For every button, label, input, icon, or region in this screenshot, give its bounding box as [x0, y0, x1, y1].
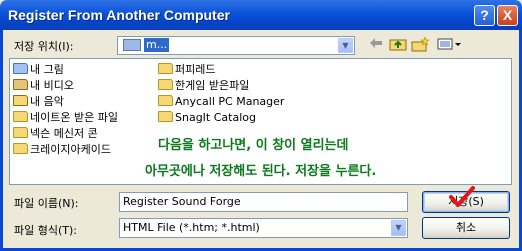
list-item[interactable]: 한게임 받은파일	[158, 78, 249, 94]
list-item[interactable]: Anycall PC Manager	[158, 94, 284, 110]
save-in-value: m...	[144, 38, 170, 52]
filetype-dropdown[interactable]: HTML File (*.htm; *.html) ▼	[119, 218, 408, 238]
cancel-button[interactable]: 취소	[422, 217, 510, 239]
checkmark-icon	[449, 186, 475, 207]
folder-icon	[158, 79, 173, 90]
list-item[interactable]: 내 음악	[13, 94, 64, 110]
list-item[interactable]: 내 그림	[13, 62, 64, 78]
filetype-value: HTML File (*.htm; *.html)	[123, 221, 260, 234]
back-arrow-icon[interactable]	[368, 37, 384, 53]
list-item-label: 내 그림	[30, 63, 64, 76]
drive-icon	[123, 39, 141, 51]
annotation-line-1: 다음을 하고나면, 이 창이 열리는데	[158, 138, 349, 153]
list-item-label: Anycall PC Manager	[175, 95, 285, 108]
title-bar: Register From Another Computer ? X	[0, 0, 522, 30]
filename-label: 파일 이름(N):	[14, 197, 79, 210]
help-button[interactable]: ?	[474, 5, 495, 26]
list-item-label: SnagIt Catalog	[175, 111, 256, 124]
list-item[interactable]: SnagIt Catalog	[158, 110, 256, 126]
list-item-label: 내 음악	[30, 95, 64, 108]
list-item[interactable]: 크레이지아케이드	[13, 142, 111, 158]
close-button[interactable]: X	[497, 5, 518, 26]
list-item[interactable]: 넥슨 메신저 콘	[13, 126, 98, 142]
folder-icon	[13, 127, 28, 138]
my-videos-icon	[13, 79, 28, 90]
chevron-down-icon[interactable]: ▼	[391, 220, 406, 236]
list-item[interactable]: 네이트온 받은 파일	[13, 110, 118, 126]
folder-icon	[158, 111, 173, 122]
views-menu-icon[interactable]	[436, 37, 464, 53]
folder-icon	[13, 111, 28, 122]
filetype-label: 파일 형식(T):	[14, 224, 77, 237]
save-in-dropdown[interactable]: m... ▼	[117, 36, 355, 55]
filename-input[interactable]: Register Sound Forge	[119, 192, 408, 212]
folder-icon	[13, 143, 28, 154]
list-item-label: 한게임 받은파일	[175, 79, 250, 92]
folder-icon	[158, 63, 173, 74]
new-folder-icon[interactable]	[411, 36, 430, 53]
folder-icon	[158, 95, 173, 106]
filename-value: Register Sound Forge	[123, 195, 241, 208]
list-item-label: 넥슨 메신저 콘	[30, 127, 98, 140]
save-in-label: 저장 위치(I):	[14, 40, 74, 53]
chevron-down-icon[interactable]: ▼	[338, 38, 353, 53]
list-item-label: 내 비디오	[30, 79, 74, 92]
list-item-label: 네이트온 받은 파일	[30, 111, 118, 124]
window-title: Register From Another Computer	[8, 7, 230, 23]
up-folder-icon[interactable]	[389, 37, 407, 53]
list-item[interactable]: 퍼피레드	[158, 62, 215, 78]
my-pictures-icon	[13, 63, 28, 74]
my-music-icon	[13, 95, 28, 106]
list-item-label: 크레이지아케이드	[30, 143, 111, 156]
list-item-label: 퍼피레드	[175, 63, 216, 76]
list-item[interactable]: 내 비디오	[13, 78, 74, 94]
annotation-line-2: 아무곳에나 저장해도 된다. 저장을 누른다.	[145, 164, 377, 179]
